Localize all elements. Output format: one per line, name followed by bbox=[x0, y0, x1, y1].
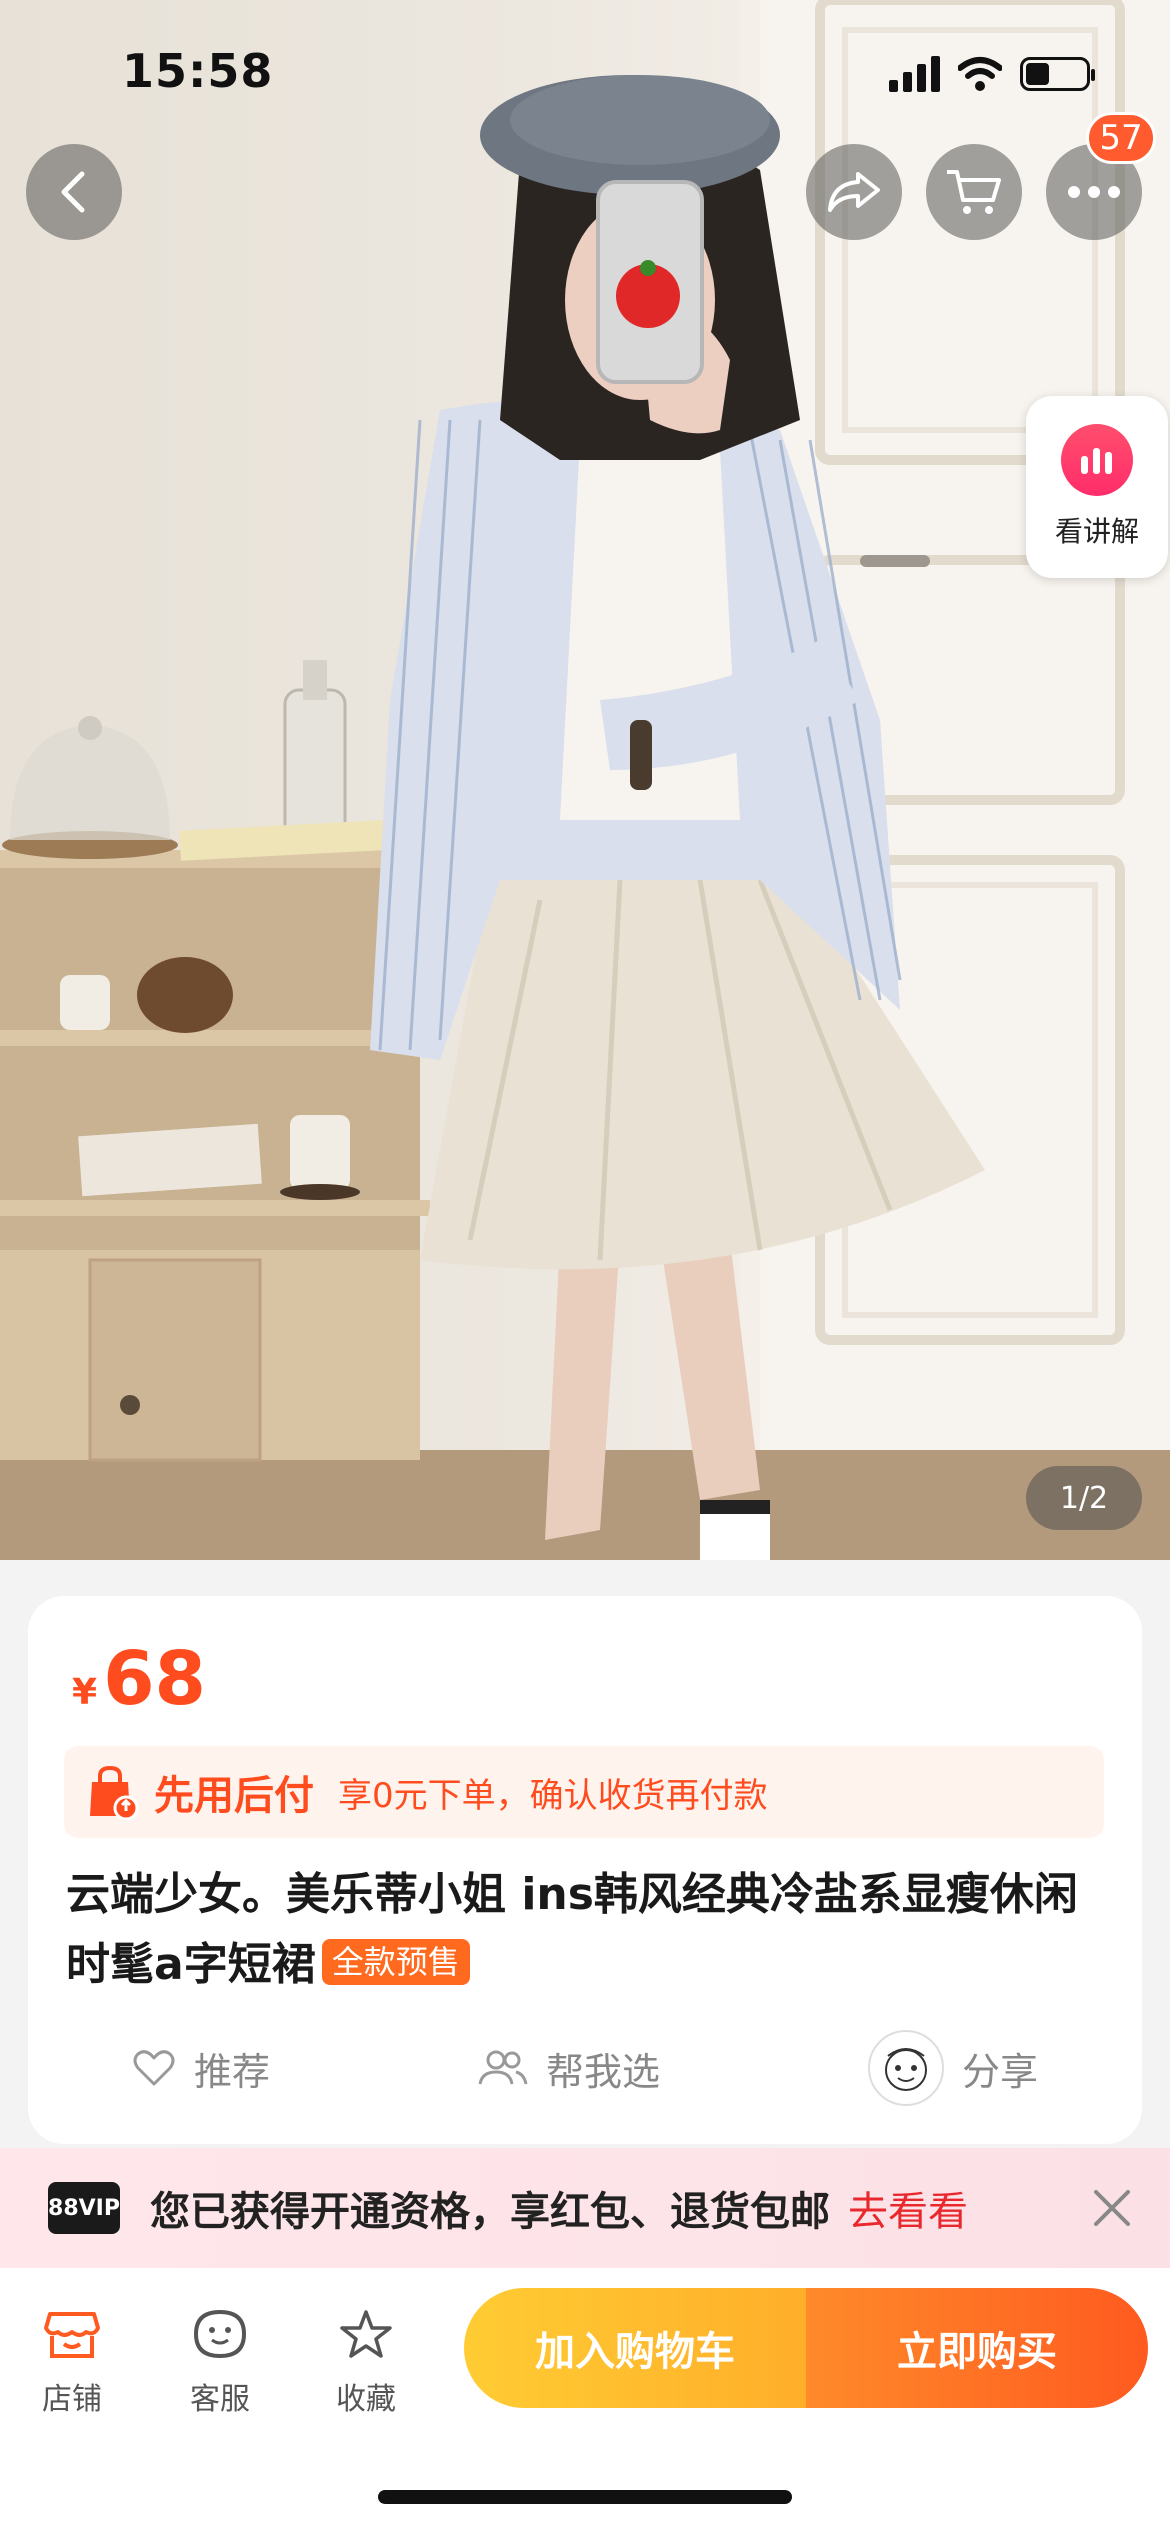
wifi-icon bbox=[958, 57, 1002, 91]
bar-chart-icon bbox=[1061, 424, 1133, 496]
battery-icon bbox=[1020, 57, 1095, 91]
product-image-carousel[interactable]: 15:58 57 看讲解 1/2 bbox=[0, 0, 1170, 1560]
close-icon[interactable] bbox=[1088, 2184, 1136, 2232]
help-choose-label: 帮我选 bbox=[545, 2049, 660, 2094]
chevron-left-icon bbox=[61, 171, 85, 213]
pay-later-banner[interactable]: 先用后付 享0元下单，确认收货再付款 bbox=[64, 1746, 1104, 1838]
back-button[interactable] bbox=[26, 144, 122, 240]
star-icon bbox=[340, 2310, 392, 2358]
store-label: 店铺 bbox=[42, 2382, 102, 2417]
pay-later-desc: 享0元下单，确认收货再付款 bbox=[338, 1775, 768, 1816]
status-time: 15:58 bbox=[122, 44, 274, 98]
users-icon bbox=[478, 2050, 528, 2085]
cellular-signal-icon bbox=[889, 56, 940, 92]
vip-logo: 88VIP bbox=[48, 2182, 120, 2234]
more-dots-icon bbox=[1068, 186, 1120, 198]
avatar bbox=[867, 2030, 944, 2106]
share-label: 分享 bbox=[961, 2049, 1038, 2094]
pay-later-title: 先用后付 bbox=[154, 1773, 314, 1819]
explain-label: 看讲解 bbox=[1054, 515, 1139, 548]
customer-service-tab[interactable]: 客服 bbox=[160, 2308, 280, 2418]
customer-service-label: 客服 bbox=[190, 2382, 250, 2417]
shopping-bag-icon bbox=[90, 1765, 139, 1820]
store-tab[interactable]: 店铺 bbox=[12, 2308, 132, 2418]
more-button[interactable]: 57 bbox=[1046, 112, 1156, 240]
vip-banner[interactable]: 88VIP 您已获得开通资格，享红包、退货包邮 去看看 bbox=[0, 2148, 1170, 2268]
store-icon bbox=[44, 2312, 100, 2358]
product-title-text: 云端少女。美乐蒂小姐 ins韩风经典冷盐系显瘦休闲时髦a字短裙 bbox=[66, 1869, 1078, 1990]
image-pager: 1/2 bbox=[1026, 1466, 1142, 1530]
recommend-label: 推荐 bbox=[193, 2049, 270, 2094]
heart-icon bbox=[133, 2050, 175, 2086]
share-arrow-icon bbox=[828, 172, 880, 212]
product-info-card: ¥ 68 先用后付 享0元下单，确认收货再付款 云端少女。美乐蒂小姐 ins韩风… bbox=[28, 1596, 1142, 2144]
vip-link[interactable]: 去看看 bbox=[848, 2179, 968, 2237]
buy-now-button[interactable]: 立即购买 bbox=[806, 2288, 1148, 2408]
share-product-button[interactable]: 分享 bbox=[867, 2030, 1038, 2106]
price-value: 68 bbox=[103, 1636, 207, 1722]
cart-button[interactable] bbox=[926, 144, 1022, 240]
presale-tag: 全款预售 bbox=[321, 1939, 470, 1985]
chat-face-icon bbox=[193, 2309, 247, 2359]
vip-text: 您已获得开通资格，享红包、退货包邮 bbox=[150, 2189, 830, 2235]
status-icons bbox=[889, 56, 1095, 92]
product-title: 云端少女。美乐蒂小姐 ins韩风经典冷盐系显瘦休闲时髦a字短裙 全款预售 bbox=[66, 1860, 1116, 2000]
home-indicator bbox=[378, 2490, 792, 2504]
currency-symbol: ¥ bbox=[72, 1672, 98, 1713]
product-actions: 推荐 帮我选 分享 bbox=[28, 2028, 1142, 2108]
shopping-cart-icon bbox=[947, 170, 1001, 214]
recommend-button[interactable]: 推荐 bbox=[132, 2041, 270, 2096]
explain-video-button[interactable]: 看讲解 bbox=[1026, 396, 1168, 578]
price: ¥ 68 bbox=[72, 1636, 206, 1722]
message-count-badge: 57 bbox=[1086, 112, 1156, 164]
help-choose-button[interactable]: 帮我选 bbox=[478, 2041, 660, 2096]
favorite-label: 收藏 bbox=[336, 2382, 396, 2417]
favorite-tab[interactable]: 收藏 bbox=[306, 2308, 426, 2418]
share-button[interactable] bbox=[806, 144, 902, 240]
purchase-buttons: 加入购物车 立即购买 bbox=[464, 2288, 1148, 2408]
add-to-cart-button[interactable]: 加入购物车 bbox=[464, 2288, 806, 2408]
